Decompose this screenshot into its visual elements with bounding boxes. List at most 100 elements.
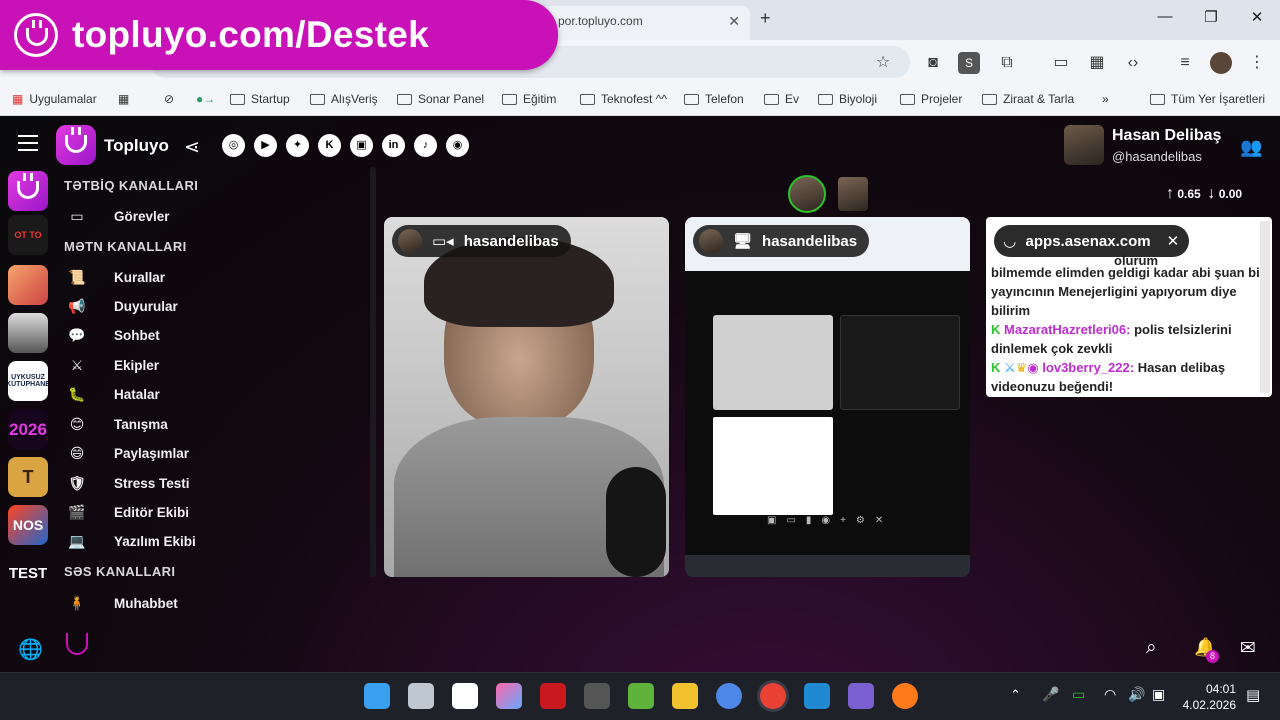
vscode-icon[interactable] (804, 683, 830, 709)
rail-test[interactable]: TEST (8, 553, 48, 593)
profile-avatar[interactable] (1210, 52, 1232, 74)
copilot-icon[interactable] (496, 683, 522, 709)
user-avatar[interactable] (1064, 125, 1104, 165)
bookmark-startup[interactable]: Startup (230, 92, 290, 106)
volume-icon[interactable]: 🔊 (1128, 686, 1145, 703)
amd-icon[interactable] (540, 683, 566, 709)
media-icon[interactable]: ≡ (1174, 52, 1196, 74)
installer-icon[interactable] (848, 683, 874, 709)
github-icon[interactable]: ◉ (446, 134, 469, 157)
bookmark-sonar[interactable]: Sonar Panel (397, 92, 484, 106)
close-window-icon[interactable]: ✕ (1242, 8, 1272, 26)
app-hex-icon[interactable] (584, 683, 610, 709)
camera-icon[interactable]: ◙ (922, 52, 944, 74)
browser-tab[interactable]: por.topluyo.com ✕ (540, 6, 750, 40)
twitter-icon[interactable]: ✦ (286, 134, 309, 157)
rail-t-server[interactable]: T (8, 457, 48, 497)
start-icon[interactable] (364, 683, 390, 709)
chrome-icon[interactable] (760, 683, 786, 709)
code-icon[interactable]: ‹› (1122, 52, 1144, 74)
bluestacks-icon[interactable] (628, 683, 654, 709)
channel-paylasimlar[interactable]: 😄 Paylaşımlar (68, 445, 189, 462)
channel-gorevler[interactable]: ▭ Görevler (68, 208, 169, 225)
firefox-icon[interactable] (892, 683, 918, 709)
kick-icon[interactable]: K (318, 134, 341, 157)
more-bookmarks-icon[interactable]: » (1102, 92, 1109, 106)
people-icon[interactable]: 👥 (1240, 137, 1262, 158)
mic-icon[interactable]: 🎤 (1042, 686, 1059, 703)
smile-logo-icon[interactable] (66, 633, 88, 655)
bookmark-icon-2[interactable]: ●→ (196, 92, 215, 106)
channel-tanisma[interactable]: 😊 Tanışma (68, 416, 168, 433)
channel-kurallar[interactable]: 📜 Kurallar (68, 269, 165, 286)
participant-avatar-active[interactable] (788, 175, 826, 213)
chat-scrollbar[interactable] (1260, 221, 1270, 393)
battery-icon[interactable]: ▭ (1072, 686, 1085, 703)
store-icon[interactable] (452, 683, 478, 709)
chrome-blue-icon[interactable] (716, 683, 742, 709)
clock[interactable]: 04:01 4.02.2026 (1182, 681, 1236, 713)
close-icon[interactable]: ✕ (1167, 232, 1180, 250)
minimize-icon[interactable]: — (1150, 8, 1180, 25)
channel-scrollbar[interactable] (370, 167, 376, 577)
cast-icon[interactable]: ▭ (1050, 52, 1072, 74)
participant-avatar[interactable] (838, 177, 868, 211)
restore-icon[interactable]: ❐ (1196, 8, 1226, 26)
bookmark-icon-1[interactable]: ⊘ (164, 92, 174, 106)
bookmark-egitim[interactable]: Eğitim (502, 92, 556, 106)
folder-icon (900, 93, 915, 105)
wifi-icon[interactable]: ◠ (1104, 686, 1116, 703)
explorer-icon[interactable] (672, 683, 698, 709)
rail-topluyo[interactable] (8, 171, 48, 211)
channel-editor-ekibi[interactable]: 🎬 Editör Ekibi (68, 504, 189, 521)
globe-icon[interactable]: 🌐 (18, 637, 43, 662)
bookmark-projeler[interactable]: Projeler (900, 92, 962, 106)
rail-uykusuz[interactable]: UYKUSUZ KÜTÜPHANE (8, 361, 48, 401)
chevron-up-icon[interactable]: ⌃ (1010, 687, 1021, 703)
mail-icon[interactable]: ✉ (1240, 637, 1256, 660)
bookmark-ziraat[interactable]: Ziraat & Tarla (982, 92, 1074, 106)
instagram-icon[interactable]: ◎ (222, 134, 245, 157)
hamburger-menu-icon[interactable] (18, 135, 38, 151)
bookmark-teknofest[interactable]: Teknofest ^^ (580, 92, 667, 106)
swords-icon: ⚔ (70, 357, 84, 373)
screen-share-tile[interactable]: ▣▭▮◉+⚙✕ 🖥 hasandelibas (685, 217, 970, 577)
camera-stream-tile[interactable]: ▭◂ hasandelibas (384, 217, 669, 577)
star-icon[interactable]: ☆ (872, 52, 894, 74)
rail-ot-to[interactable]: OT TO (8, 215, 48, 255)
bookmark-all[interactable]: Tüm Yer İşaretleri (1150, 92, 1265, 106)
extension-s-icon[interactable]: S (958, 52, 980, 74)
twitch-icon[interactable]: ▣ (350, 134, 373, 157)
search-icon[interactable]: ⌕ (1146, 637, 1157, 659)
channel-ekipler[interactable]: ⚔ Ekipler (68, 357, 159, 374)
channel-duyurular[interactable]: 📢 Duyurular (68, 298, 177, 315)
bookmark-apps[interactable]: ▦ Uygulamalar (12, 92, 97, 106)
channel-yazilim-ekibi[interactable]: 💻 Yazılım Ekibi (68, 533, 196, 550)
rail-nos[interactable]: NOS (8, 505, 48, 545)
qr-icon[interactable]: ▦ (1086, 52, 1108, 74)
share-icon[interactable]: ⋖ (184, 136, 200, 159)
task-view-icon[interactable] (408, 683, 434, 709)
app-logo[interactable] (56, 125, 96, 165)
channel-muhabbet[interactable]: 🧍 Muhabbet (68, 595, 177, 612)
rail-2026[interactable]: 2026 (8, 409, 48, 449)
puzzle-icon[interactable]: ⧉ (996, 52, 1018, 74)
new-tab-icon[interactable]: + (760, 8, 771, 29)
menu-dots-icon[interactable]: ⋮ (1246, 52, 1268, 74)
channel-sohbet[interactable]: 💬 Sohbet (68, 327, 159, 344)
rail-anime[interactable] (8, 265, 48, 305)
power-icon[interactable]: ▣ (1152, 686, 1165, 703)
rail-portrait[interactable] (8, 313, 48, 353)
youtube-icon[interactable]: ▶ (254, 134, 277, 157)
grid-icon[interactable]: ▦ (118, 92, 129, 106)
notification-center-icon[interactable]: ▤ (1246, 686, 1260, 704)
linkedin-icon[interactable]: in (382, 134, 405, 157)
tiktok-icon[interactable]: ♪ (414, 134, 437, 157)
bookmark-telefon[interactable]: Telefon (684, 92, 744, 106)
bookmark-biyoloji[interactable]: Biyoloji (818, 92, 877, 106)
tab-close-icon[interactable]: ✕ (728, 13, 740, 30)
bookmark-ev[interactable]: Ev (764, 92, 799, 106)
channel-hatalar[interactable]: 🐛 Hatalar (68, 386, 160, 403)
bookmark-alisveris[interactable]: AlışVeriş (310, 92, 378, 106)
channel-stress-testi[interactable]: 🛡 Stress Testi (68, 475, 189, 492)
